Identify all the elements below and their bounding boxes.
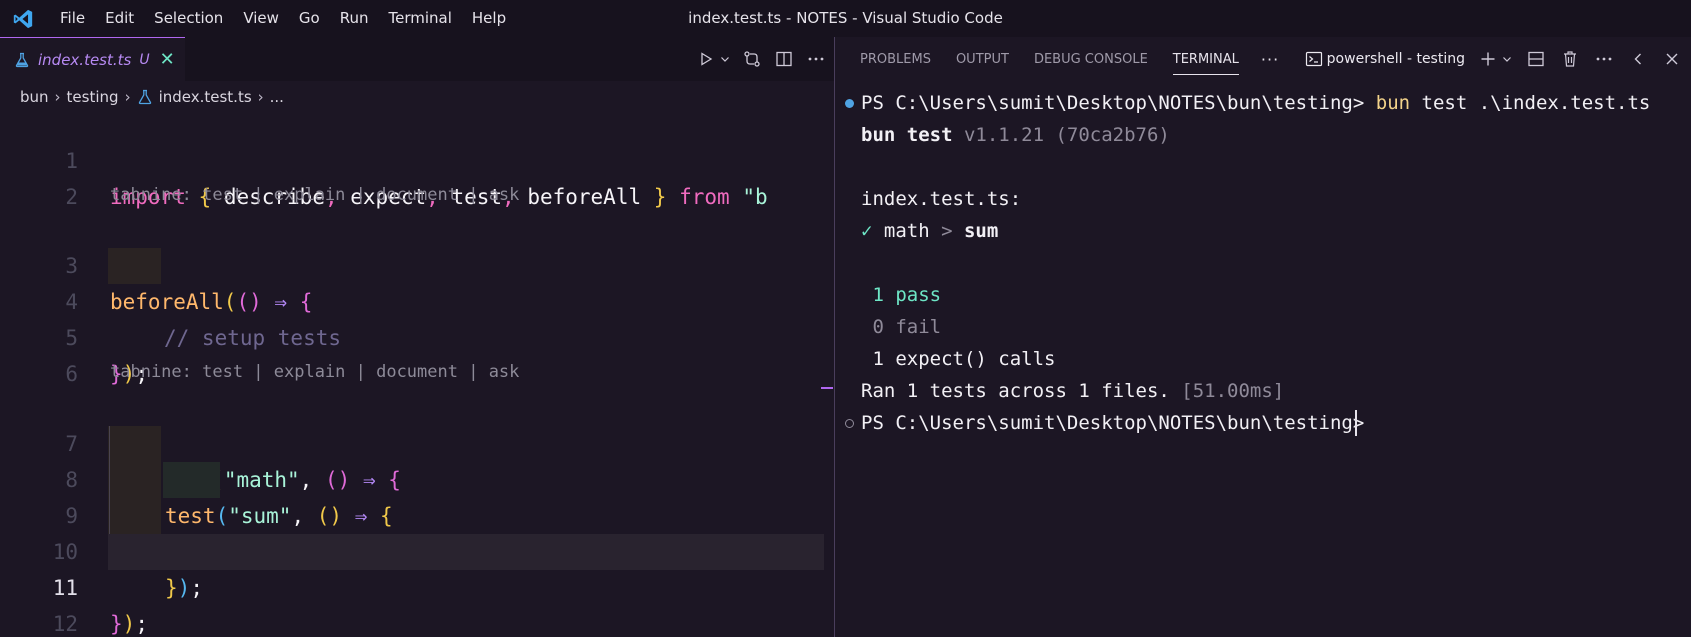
command-pending-icon[interactable] [845,419,854,428]
terminal-panel: PROBLEMS OUTPUT DEBUG CONSOLE TERMINAL ·… [835,37,1691,637]
line-number: 6 [65,362,78,386]
menu-terminal[interactable]: Terminal [379,0,462,37]
tab-debug-console[interactable]: DEBUG CONSOLE [1034,37,1148,81]
menu-go[interactable]: Go [289,0,330,37]
code-line: 8 test("sum", () ⇒ { [0,426,825,528]
code-line: 11 }); [0,534,825,636]
terminal-cursor [1355,410,1357,436]
breadcrumb-file[interactable]: index.test.ts [159,88,252,106]
menu-view[interactable]: View [233,0,289,37]
tab-output[interactable]: OUTPUT [956,37,1009,81]
terminal-line: Ran 1 tests across 1 files. [51.00ms] [861,380,1285,402]
chevron-left-icon[interactable] [1627,48,1649,70]
menu-edit[interactable]: Edit [95,0,144,37]
terminal-name: powershell - testing [1326,51,1465,67]
split-editor-icon[interactable] [773,48,795,70]
menu-help[interactable]: Help [462,0,516,37]
tabnine-codelens[interactable]: tabnine: test | explain | document | ask [110,177,519,213]
chevron-down-icon[interactable] [719,48,731,70]
breadcrumb-testing[interactable]: testing [67,88,119,106]
code-line: 5 }); [0,284,825,386]
code-line: 9 expect(2 + 2).toBe(4); [0,462,825,564]
menu-selection[interactable]: Selection [144,0,233,37]
line-number: 2 [65,185,78,209]
run-icon[interactable] [695,48,717,70]
terminal-selector[interactable]: powershell - testing [1305,50,1465,68]
code-line: 10 }); [0,498,825,600]
editor-actions [695,37,827,81]
terminal-line: 1 expect() calls [861,348,1056,370]
breadcrumb-bun[interactable]: bun [20,88,49,106]
tab-terminal[interactable]: TERMINAL [1172,37,1240,81]
close-icon[interactable]: ✕ [160,50,175,69]
split-terminal-icon[interactable] [1525,48,1547,70]
menu-file[interactable]: File [50,0,95,37]
tab-problems[interactable]: PROBLEMS [860,37,931,81]
overview-ruler-marker [821,387,833,389]
title-bar: File Edit Selection View Go Run Terminal… [0,0,1691,37]
more-actions-icon[interactable] [805,48,827,70]
more-actions-icon[interactable] [1593,48,1615,70]
tab-label: index.test.ts [38,50,132,69]
terminal-line: bun test v1.1.21 (70ca2b76) [861,124,1170,146]
code-line: 1 import { describe, expect, test, befor… [0,107,825,209]
line-number: 12 [52,612,78,636]
code-line: 6 [0,320,825,386]
menu-bar: File Edit Selection View Go Run Terminal… [50,0,516,37]
compare-changes-icon[interactable] [741,48,763,70]
chevron-right-icon: › [124,88,131,106]
editor-tab-bar: index.test.ts U ✕ [0,37,835,81]
more-tabs-icon[interactable]: ··· [1261,50,1279,69]
new-terminal-icon[interactable] [1477,48,1499,70]
terminal-icon [1305,51,1322,67]
terminal-line: index.test.ts: [861,188,1022,210]
close-icon[interactable] [1661,48,1683,70]
code-line: 12 [0,570,825,636]
terminal-line: PS C:\Users\sumit\Desktop\NOTES\bun\test… [861,412,1365,434]
test-flask-icon [15,52,29,67]
chevron-right-icon: › [54,88,61,106]
test-flask-icon [138,89,151,105]
tabnine-codelens[interactable]: tabnine: test | explain | document | ask [110,354,519,390]
code-line: 7 describe("math", () ⇒ { [0,390,825,492]
command-success-icon[interactable] [845,99,854,108]
menu-run[interactable]: Run [330,0,379,37]
breadcrumb-symbol[interactable]: ... [270,88,284,106]
vscode-logo-icon[interactable] [12,8,34,30]
check-icon: ✓ [861,220,873,242]
trash-icon[interactable] [1559,48,1581,70]
chevron-right-icon: › [257,88,264,106]
chevron-down-icon[interactable] [1501,48,1513,70]
terminal-line: PS C:\Users\sumit\Desktop\NOTES\bun\test… [861,92,1651,114]
tab-index-test-ts[interactable]: index.test.ts U ✕ [0,37,185,81]
terminal-line: ✓ math > sum [861,220,999,242]
terminal-line: 1 pass [861,284,942,306]
panel-actions: powershell - testing [1305,37,1683,81]
terminal-line: 0 fail [861,316,942,338]
code-line: 4 // setup tests [0,248,825,350]
code-line: 3 beforeAll(() ⇒ { [0,212,825,314]
tab-untracked-badge: U [139,51,150,68]
code-line: 2 [0,143,825,209]
